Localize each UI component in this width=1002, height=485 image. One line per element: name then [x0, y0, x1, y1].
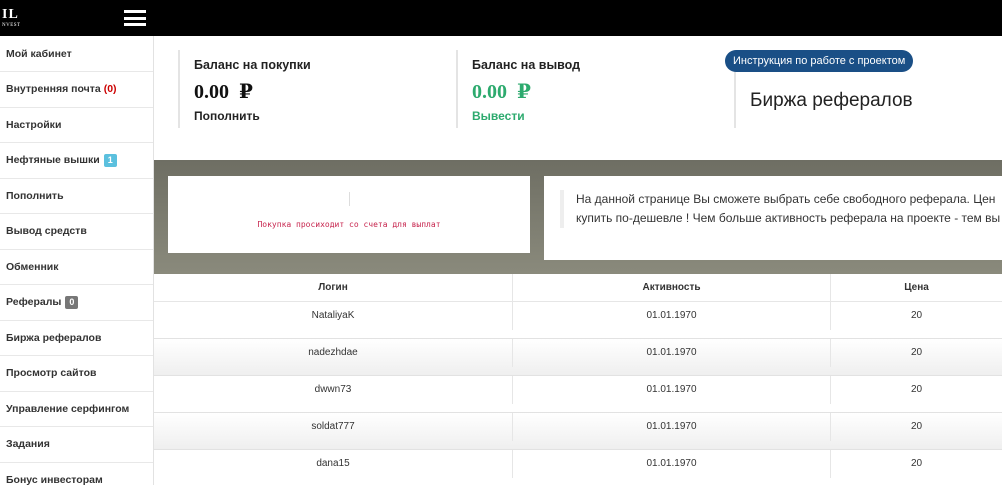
logo-subtext: NVEST [2, 23, 21, 28]
purchase-amount-value: 0.00 [194, 81, 229, 103]
withdraw-balance: Баланс на вывод 0.00 ₽ Вывести [456, 50, 716, 128]
sidebar-item-label: Настройки [6, 118, 62, 131]
table-header: Логин Активность Цена [154, 274, 1002, 302]
cell-activity: 01.01.1970 [513, 302, 831, 330]
withdraw-amount-value: 0.00 [472, 81, 507, 103]
info-card: На данной странице Вы сможете выбрать се… [544, 176, 1002, 260]
divider [349, 192, 350, 206]
sidebar-item-label: Управление серфингом [6, 402, 130, 415]
purchase-balance-amount: 0.00 ₽ [194, 79, 438, 104]
cell-login: nadezhdae [154, 339, 513, 367]
sidebar-item-label: Мой кабинет [6, 47, 72, 60]
sidebar-item-label: Нефтяные вышки [6, 154, 100, 166]
sidebar-item-referral-exchange[interactable]: Биржа рефералов [0, 320, 153, 356]
instruction-button[interactable]: Инструкция по работе с проектом [725, 50, 914, 72]
table-row[interactable]: soldat777 01.01.1970 20 [154, 413, 1002, 450]
purchase-note-card: Покупка просиходит со счета для выплат [168, 176, 530, 253]
withdraw-balance-label: Баланс на вывод [472, 58, 581, 72]
deposit-link[interactable]: Пополнить [194, 109, 438, 123]
balance-panel: Баланс на покупки 0.00 ₽ Пополнить Балан… [154, 36, 1002, 160]
info-quote: На данной странице Вы сможете выбрать се… [560, 190, 1002, 228]
cell-activity: 01.01.1970 [513, 450, 831, 478]
column-header-login[interactable]: Логин [154, 274, 513, 302]
withdraw-link[interactable]: Вывести [472, 109, 716, 123]
column-header-price[interactable]: Цена [831, 274, 1002, 302]
top-bar: IL NVEST [0, 0, 1002, 36]
purchase-note: Покупка просиходит со счета для выплат [257, 220, 441, 229]
ruble-icon: ₽ [239, 81, 253, 103]
cell-price: 20 [910, 384, 923, 395]
cell-price: 20 [910, 421, 923, 432]
sidebar-item-label: Задания [6, 438, 50, 450]
sidebar-item-label: Пополнить [6, 189, 64, 202]
sidebar-item-label: Вывод средств [6, 225, 87, 237]
ruble-icon: ₽ [517, 81, 531, 103]
sidebar-item-label: Бонус инвесторам [6, 473, 103, 485]
sidebar-item-investor-bonus[interactable]: Бонус инвесторам [0, 462, 153, 485]
sidebar-item-withdraw[interactable]: Вывод средств [0, 214, 153, 250]
sidebar-item-referrals[interactable]: Рефералы 0 [0, 285, 153, 321]
sidebar-item-label: Обменник [6, 260, 59, 273]
table-row[interactable]: dwwn73 01.01.1970 20 [154, 376, 1002, 413]
oil-rigs-badge: 1 [103, 153, 117, 167]
cell-activity: 01.01.1970 [513, 376, 831, 404]
logo[interactable]: IL NVEST [0, 6, 40, 32]
referrals-badge: 0 [65, 295, 79, 309]
page-title: Биржа рефералов [750, 90, 913, 111]
sidebar-item-surfing[interactable]: Управление серфингом [0, 391, 153, 427]
purchase-balance-label: Баланс на покупки [194, 58, 311, 72]
cell-price: 20 [910, 310, 923, 321]
column-header-activity[interactable]: Активность [513, 274, 831, 302]
mail-count: (0) [103, 83, 117, 95]
table-row[interactable]: nadezhdae 01.01.1970 20 [154, 339, 1002, 376]
cell-login: dana15 [154, 450, 513, 478]
sidebar: Мой кабинет Внутренняя почта (0) Настройк… [0, 36, 154, 485]
sidebar-item-oil-rigs[interactable]: Нефтяные вышки 1 [0, 143, 153, 179]
sidebar-item-deposit[interactable]: Пополнить [0, 178, 153, 214]
hamburger-menu-icon[interactable] [124, 8, 146, 28]
cell-activity: 01.01.1970 [513, 339, 831, 367]
cell-price: 20 [910, 458, 923, 469]
table-row[interactable]: NataliyaK 01.01.1970 20 [154, 302, 1002, 339]
cell-activity: 01.01.1970 [513, 413, 831, 441]
sidebar-item-settings[interactable]: Настройки [0, 107, 153, 143]
cell-price: 20 [910, 347, 923, 358]
table-row[interactable]: dana15 01.01.1970 20 [154, 450, 1002, 485]
withdraw-balance-amount: 0.00 ₽ [472, 79, 716, 104]
sidebar-item-label: Рефералы [6, 296, 62, 308]
purchase-balance: Баланс на покупки 0.00 ₽ Пополнить [178, 50, 438, 128]
cell-login: NataliyaK [154, 302, 513, 330]
logo-text: IL [2, 7, 19, 22]
info-line-1: На данной странице Вы сможете выбрать се… [576, 192, 996, 206]
sidebar-item-label: Биржа рефералов [6, 331, 102, 344]
sidebar-item-exchange[interactable]: Обменник [0, 249, 153, 285]
sidebar-item-view-sites[interactable]: Просмотр сайтов [0, 356, 153, 392]
cell-login: soldat777 [154, 413, 513, 441]
sidebar-item-cabinet[interactable]: Мой кабинет [0, 36, 153, 72]
sidebar-item-mail[interactable]: Внутренняя почта (0) [0, 72, 153, 108]
info-line-2: купить по-дешевле ! Чем больше активност… [576, 211, 1001, 225]
referrals-table: Логин Активность Цена NataliyaK 01.01.19… [154, 274, 1002, 485]
sidebar-item-label: Внутренняя почта [6, 83, 101, 95]
cell-login: dwwn73 [154, 376, 513, 404]
sidebar-item-label: Просмотр сайтов [6, 367, 97, 379]
sidebar-item-tasks[interactable]: Задания [0, 427, 153, 463]
